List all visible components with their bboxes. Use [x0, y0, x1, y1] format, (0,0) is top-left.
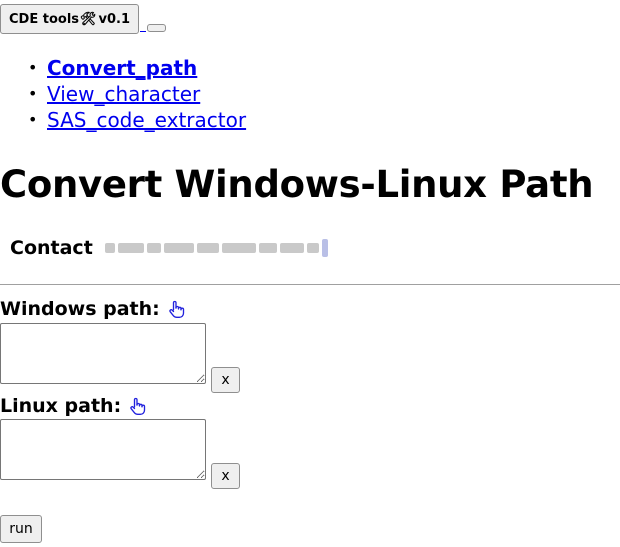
nav-link-sas-code-extractor[interactable]: SAS_code_extractor: [47, 107, 246, 133]
nav-item-view-character: • View_character: [28, 81, 246, 107]
bullet-icon: •: [28, 110, 38, 129]
page-title: Convert Windows-Linux Path: [0, 163, 594, 206]
windows-path-label-row: Windows path:: [0, 298, 186, 320]
windows-path-label: Windows path:: [0, 298, 160, 320]
contact-email-redacted: [104, 236, 361, 260]
small-toggle-button[interactable]: [147, 24, 167, 32]
top-bar: CDE tools 🛠 v0.1: [0, 4, 167, 34]
nav-link-convert-path[interactable]: Convert_path: [47, 55, 197, 81]
app-version: v0.1: [98, 11, 131, 27]
app-version-button[interactable]: CDE tools 🛠 v0.1: [0, 4, 140, 34]
windows-path-input[interactable]: [0, 323, 206, 384]
app-name: CDE tools: [9, 11, 80, 27]
linux-path-label-row: Linux path:: [0, 395, 147, 417]
linux-path-label: Linux path:: [0, 395, 122, 417]
clear-windows-button[interactable]: x: [211, 367, 240, 393]
clear-linux-button[interactable]: x: [211, 463, 240, 489]
bullet-icon: •: [28, 58, 38, 77]
contact-label: Contact: [10, 237, 93, 259]
nav-link-view-character[interactable]: View_character: [47, 81, 200, 107]
underscore-link[interactable]: [140, 25, 147, 32]
linux-path-input[interactable]: [0, 419, 206, 480]
nav-list: • Convert_path • View_character • SAS_co…: [28, 55, 246, 133]
nav-item-sas-code-extractor: • SAS_code_extractor: [28, 107, 246, 133]
contact-row: Contact: [10, 236, 361, 260]
pointing-hand-icon: [169, 300, 184, 318]
divider: [0, 284, 620, 285]
pointing-hand-icon: [130, 397, 146, 415]
page: CDE tools 🛠 v0.1 • Convert_path • View_c…: [0, 0, 620, 547]
bullet-icon: •: [28, 84, 38, 103]
hammer-wrench-icon: 🛠: [80, 11, 97, 27]
nav-item-convert-path: • Convert_path: [28, 55, 246, 81]
run-button[interactable]: run: [0, 515, 42, 543]
